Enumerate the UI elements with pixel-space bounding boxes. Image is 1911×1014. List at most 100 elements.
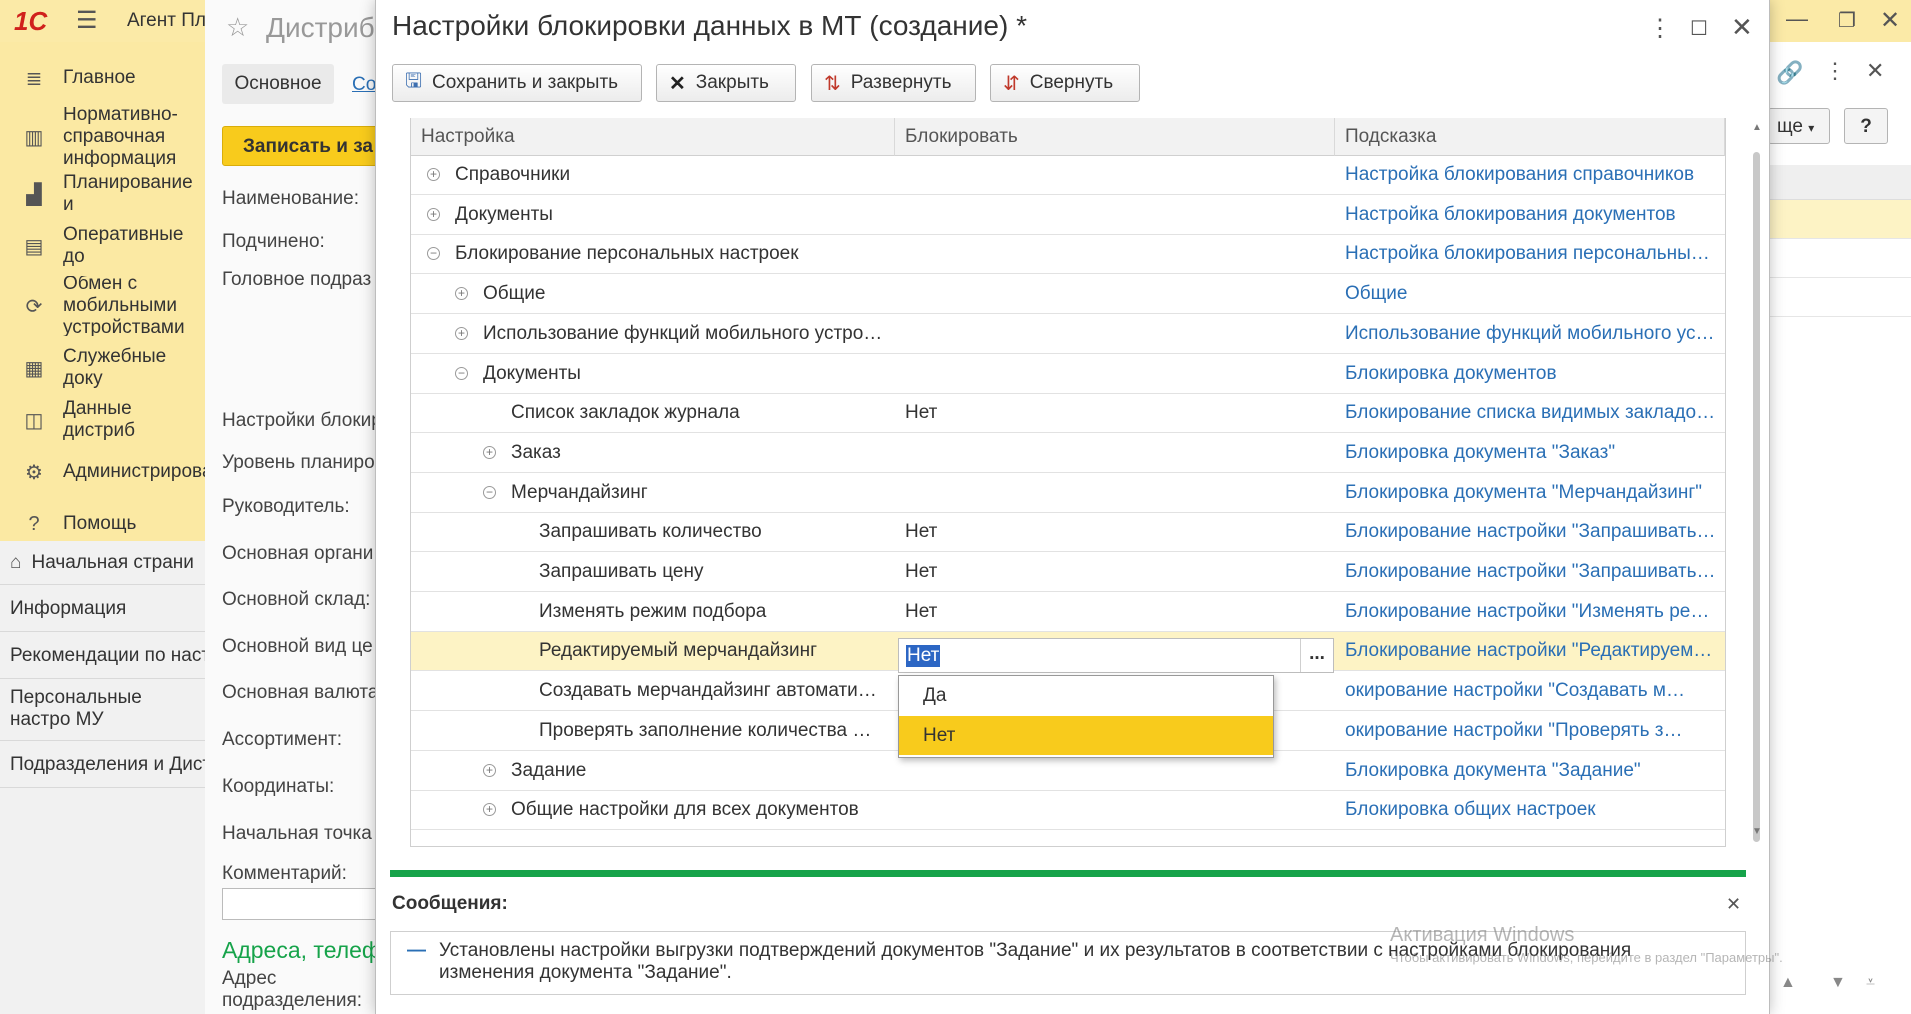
tree-row[interactable]: + Справочники Настройка блокирования справ… (411, 156, 1725, 195)
restore-window-icon[interactable]: ❐ (1838, 8, 1856, 33)
lock-value[interactable]: Нет (905, 593, 1325, 632)
hint-link[interactable]: Блокировка документов (1345, 355, 1717, 394)
tree-row[interactable]: + Общие настройки для всех документов Блок… (411, 791, 1725, 831)
tree-row[interactable]: + Использование функций мобильного устро…… (411, 315, 1725, 354)
maximize-icon[interactable]: ☐ (1690, 16, 1708, 41)
scroll-end-icon[interactable]: ⩡ (1866, 974, 1875, 992)
hint-link[interactable]: Настройка блокирования персональных… (1345, 235, 1717, 274)
list-row[interactable] (1768, 239, 1911, 278)
more-vert-icon[interactable]: ⋮ (1648, 14, 1672, 43)
lock-value[interactable] (905, 434, 1325, 473)
tree-row[interactable]: Запрашивать цену Нет Блокирование настройк… (411, 553, 1725, 592)
lock-value[interactable]: Нет (905, 553, 1325, 592)
lock-value[interactable] (905, 315, 1325, 354)
scroll-down-icon[interactable]: ▼ (1830, 974, 1846, 992)
hint-link[interactable]: Блокировка общих настроек (1345, 791, 1717, 830)
tree-row[interactable]: − Мерчандайзинг Блокировка документа "Мерч… (411, 474, 1725, 513)
hint-link[interactable]: Блокирование настройки "Изменять ре… (1345, 593, 1717, 632)
column-header-lock[interactable]: Блокировать (895, 118, 1335, 156)
expand-button[interactable]: ⇅ Развернуть (811, 64, 976, 102)
expand-node-icon[interactable]: + (483, 763, 496, 777)
tab-other[interactable]: Со (352, 74, 376, 96)
lock-value[interactable] (905, 474, 1325, 513)
hint-link[interactable]: Блокировка документа "Мерчандайзинг" (1345, 474, 1717, 513)
nav-item-personal-settings[interactable]: Персональные настро МУ (0, 679, 205, 741)
scroll-up-icon[interactable]: ▲ (1780, 974, 1796, 992)
hint-link[interactable]: Блокирование настройки "Редактируем… (1345, 632, 1717, 671)
hamburger-menu-icon[interactable]: ☰ (76, 6, 98, 35)
comment-input[interactable] (222, 888, 382, 920)
expand-node-icon[interactable]: + (427, 168, 440, 181)
expand-node-icon[interactable]: + (427, 207, 440, 221)
tree-row[interactable]: Запрашивать количество Нет Блокирование на… (411, 513, 1725, 553)
hint-link[interactable]: Настройка блокирования документов (1345, 196, 1717, 235)
hint-link[interactable]: Настройка блокирования справочников (1345, 156, 1717, 195)
sidebar-item-operational[interactable]: ▤ Оперативные до (0, 224, 205, 268)
link-icon[interactable]: 🔗 (1776, 60, 1803, 86)
column-header-hint[interactable]: Подсказка (1335, 118, 1725, 156)
nav-item-departments[interactable]: Подразделения и Дист (0, 741, 205, 788)
close-window-icon[interactable]: ✕ (1880, 6, 1900, 35)
lock-value-editor[interactable]: Нет ... (898, 638, 1334, 673)
lock-value[interactable] (905, 791, 1325, 830)
list-row[interactable] (1768, 278, 1911, 317)
lock-value[interactable] (905, 196, 1325, 235)
tree-row[interactable]: − Блокирование персональных настроек Настр… (411, 235, 1725, 275)
hint-link[interactable]: Блокирование настройки "Запрашивать… (1345, 513, 1717, 552)
write-button[interactable]: Записать и за (222, 126, 382, 166)
close-button[interactable]: ✕ Закрыть (656, 64, 796, 102)
hint-link[interactable]: Блокировка документа "Заказ" (1345, 434, 1717, 473)
hint-link[interactable]: окирование настройки "Создавать м… (1345, 672, 1717, 711)
lock-value[interactable] (905, 235, 1325, 274)
tree-row[interactable]: Изменять режим подбора Нет Блокирование на… (411, 593, 1725, 632)
scrollbar-thumb[interactable] (1753, 152, 1760, 842)
dropdown-option-yes[interactable]: Да (899, 676, 1273, 715)
tree-row-partial[interactable] (411, 831, 1725, 846)
lock-value[interactable] (905, 156, 1325, 195)
more-vert-icon[interactable]: ⋮ (1824, 58, 1846, 84)
tree-row[interactable]: + Общие Общие (411, 275, 1725, 315)
tree-row[interactable]: + Документы Настройка блокирования докумен… (411, 196, 1725, 235)
tab-main[interactable]: Основное (222, 64, 334, 104)
more-button[interactable]: ще ▾ (1768, 108, 1830, 144)
nav-item-home[interactable]: ⌂ Начальная страни (0, 541, 205, 585)
hint-link[interactable]: Блокирование списка видимых закладо… (1345, 394, 1717, 433)
hint-link[interactable]: Блокировка документа "Задание" (1345, 752, 1717, 791)
lock-value[interactable]: Нет (905, 394, 1325, 433)
expand-node-icon[interactable]: + (455, 287, 468, 301)
expand-node-icon[interactable]: + (483, 803, 496, 817)
hint-link[interactable]: Использование функций мобильного ус… (1345, 315, 1717, 354)
nav-item-info[interactable]: Информация (0, 585, 205, 632)
tree-row[interactable]: − Документы Блокировка документов (411, 355, 1725, 394)
scroll-down-arrow-icon[interactable]: ▼ (1752, 826, 1762, 837)
hint-link[interactable]: Блокирование настройки "Запрашивать… (1345, 553, 1717, 592)
vertical-scrollbar[interactable]: ▲ ▼ (1748, 118, 1764, 846)
lock-value[interactable] (905, 275, 1325, 314)
scroll-up-arrow-icon[interactable]: ▲ (1752, 122, 1762, 133)
sidebar-item-reference[interactable]: ▥ Нормативно-справочная информация (0, 107, 205, 167)
save-and-close-button[interactable]: 🖫 Сохранить и закрыть (392, 64, 642, 102)
hint-link[interactable]: окирование настройки "Проверять з… (1345, 712, 1717, 751)
help-button[interactable]: ? (1844, 108, 1888, 144)
collapse-node-icon[interactable]: − (455, 366, 468, 380)
collapse-node-icon[interactable]: − (427, 247, 440, 261)
collapse-button[interactable]: ⇵ Свернуть (990, 64, 1140, 102)
sidebar-item-help[interactable]: ? Помощь (0, 502, 205, 546)
sidebar-item-planning[interactable]: ▟ Планирование и (0, 172, 205, 216)
star-icon[interactable]: ☆ (226, 12, 249, 43)
sidebar-item-main[interactable]: ≣ Главное (0, 56, 205, 100)
sidebar-item-distributor-data[interactable]: ◫ Данные дистриб (0, 398, 205, 442)
list-row-selected[interactable] (1768, 200, 1911, 239)
lock-value[interactable] (905, 355, 1325, 394)
sidebar-item-admin[interactable]: ⚙ Администрирова (0, 450, 205, 494)
tree-row[interactable]: + Заказ Блокировка документа "Заказ" (411, 434, 1725, 473)
minimize-window-icon[interactable]: — (1786, 6, 1808, 32)
nav-item-recommendations[interactable]: Рекомендации по наст (0, 632, 205, 679)
sidebar-item-service-docs[interactable]: ▦ Служебные доку (0, 346, 205, 390)
close-icon[interactable]: ✕ (1731, 12, 1753, 43)
hint-link[interactable]: Общие (1345, 275, 1717, 314)
expand-node-icon[interactable]: + (483, 445, 496, 459)
column-header-setting[interactable]: Настройка (411, 118, 895, 156)
sidebar-item-mobile-exchange[interactable]: ⟳ Обмен с мобильными устройствами (0, 276, 205, 336)
dropdown-option-no[interactable]: Нет (899, 716, 1273, 755)
